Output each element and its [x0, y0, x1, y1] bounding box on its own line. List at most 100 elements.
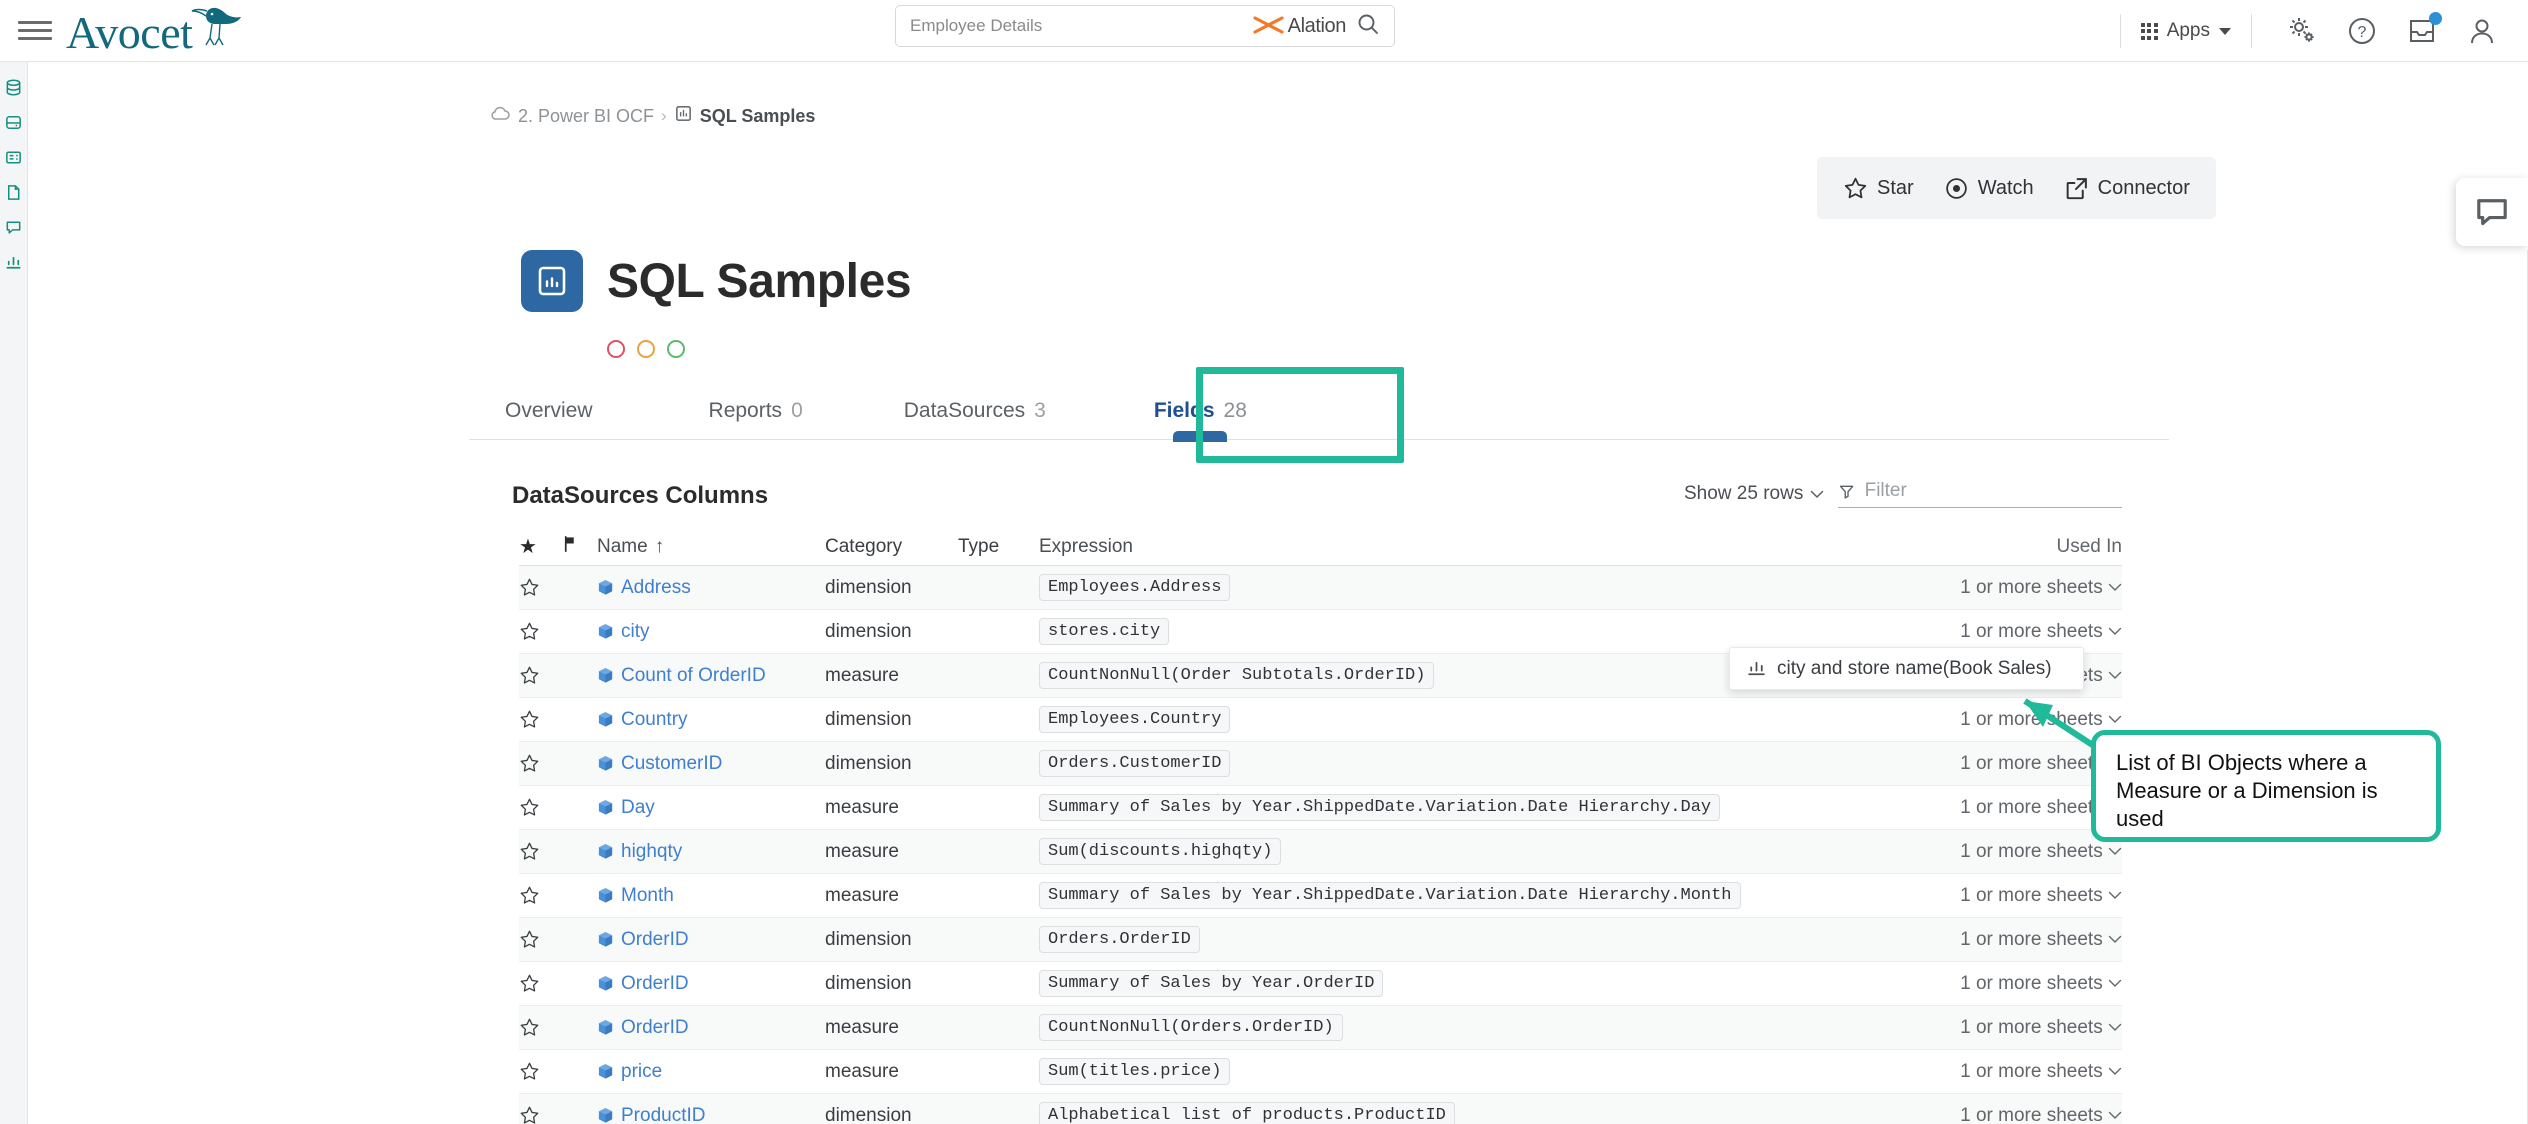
apps-menu-button[interactable]: Apps [2140, 20, 2231, 42]
row-star-button[interactable] [519, 797, 561, 818]
table-row[interactable]: CustomerID dimension Orders.CustomerID 1 or… [519, 742, 2122, 786]
help-icon[interactable]: ? [2346, 15, 2378, 47]
tab-fields[interactable]: Fields 28 [1154, 382, 1247, 442]
column-header-expression[interactable]: Expression [1039, 536, 1906, 558]
row-name-cell[interactable]: OrderID [597, 973, 825, 995]
star-button[interactable]: Star [1843, 176, 1914, 201]
search-input[interactable] [910, 16, 1252, 36]
table-row[interactable]: OrderID dimension Summary of Sales by Year… [519, 962, 2122, 1006]
field-name-link[interactable]: OrderID [621, 929, 689, 951]
row-used-in-cell[interactable]: 1 or more sheets [1906, 841, 2122, 863]
row-name-cell[interactable]: Day [597, 797, 825, 819]
filter-field[interactable] [1838, 480, 2123, 508]
row-star-button[interactable] [519, 929, 561, 950]
row-used-in-cell[interactable]: 1 or more sheets [1906, 621, 2122, 643]
table-row[interactable]: price measure Sum(titles.price) 1 or more s… [519, 1050, 2122, 1094]
breadcrumb-parent[interactable]: 2. Power BI OCF [518, 106, 654, 127]
gear-icon[interactable] [2286, 15, 2318, 47]
inbox-icon[interactable] [2406, 12, 2442, 47]
row-name-cell[interactable]: price [597, 1061, 825, 1083]
deprecation-badge[interactable] [607, 340, 625, 358]
field-name-link[interactable]: Country [621, 709, 688, 731]
global-search[interactable]: Alation [895, 5, 1395, 47]
row-star-button[interactable] [519, 577, 561, 598]
user-icon[interactable] [2466, 15, 2498, 47]
row-used-in-cell[interactable]: 1 or more sheets [1906, 1105, 2122, 1124]
row-name-cell[interactable]: Country [597, 709, 825, 731]
tab-reports[interactable]: Reports 0 [709, 382, 803, 440]
row-star-button[interactable] [519, 709, 561, 730]
form-icon[interactable] [3, 146, 25, 168]
hamburger-icon[interactable] [18, 14, 52, 48]
filter-input[interactable] [1864, 480, 2123, 502]
table-row[interactable]: OrderID measure CountNonNull(Orders.OrderI… [519, 1006, 2122, 1050]
chart-icon[interactable] [3, 251, 25, 273]
field-name-link[interactable]: ProductID [621, 1105, 705, 1124]
row-used-in-cell[interactable]: 1 or more sheets [1906, 577, 2122, 599]
table-row[interactable]: Month measure Summary of Sales by Year.Shi… [519, 874, 2122, 918]
row-star-button[interactable] [519, 841, 561, 862]
tab-datasources[interactable]: DataSources 3 [904, 382, 1046, 440]
row-name-cell[interactable]: city [597, 621, 825, 643]
tab-overview[interactable]: Overview [505, 382, 593, 440]
row-category-cell: dimension [825, 1104, 912, 1124]
row-name-cell[interactable]: highqty [597, 841, 825, 863]
row-star-button[interactable] [519, 665, 561, 686]
endorsement-badge[interactable] [667, 340, 685, 358]
table-row[interactable]: Address dimension Employees.Address 1 or mo… [519, 566, 2122, 610]
table-row[interactable]: OrderID dimension Orders.OrderID 1 or more … [519, 918, 2122, 962]
field-name-link[interactable]: Day [621, 797, 655, 819]
table-row[interactable]: ProductID dimension Alphabetical list of p… [519, 1094, 2122, 1124]
database-icon[interactable] [3, 76, 25, 98]
column-header-flag[interactable] [561, 534, 597, 559]
row-name-cell[interactable]: CustomerID [597, 753, 825, 775]
row-star-button[interactable] [519, 753, 561, 774]
used-in-popup[interactable]: city and store name(Book Sales) [1729, 647, 2084, 690]
row-name-cell[interactable]: ProductID [597, 1105, 825, 1124]
row-name-cell[interactable]: Address [597, 577, 825, 599]
field-cube-icon [598, 888, 613, 903]
row-name-cell[interactable]: OrderID [597, 1017, 825, 1039]
row-star-button[interactable] [519, 1105, 561, 1124]
field-name-link[interactable]: city [621, 621, 650, 643]
search-icon[interactable] [1356, 12, 1380, 41]
chat-icon[interactable] [3, 216, 25, 238]
column-header-type[interactable]: Type [958, 536, 1039, 558]
row-star-button[interactable] [519, 1017, 561, 1038]
server-icon[interactable] [3, 111, 25, 133]
brand-logo[interactable]: Avocet [66, 5, 242, 56]
row-star-button[interactable] [519, 1061, 561, 1082]
document-icon[interactable] [3, 181, 25, 203]
show-rows-dropdown[interactable]: Show 25 rows [1684, 483, 1824, 505]
column-header-category[interactable]: Category [825, 536, 958, 558]
row-name-cell[interactable]: Count of OrderID [597, 665, 825, 687]
connector-button[interactable]: Connector [2064, 176, 2190, 201]
chat-widget-button[interactable] [2456, 178, 2528, 246]
field-name-link[interactable]: OrderID [621, 1017, 689, 1039]
warning-badge[interactable] [637, 340, 655, 358]
table-row[interactable]: Day measure Summary of Sales by Year.Shipp… [519, 786, 2122, 830]
field-name-link[interactable]: Count of OrderID [621, 665, 766, 687]
field-name-link[interactable]: Month [621, 885, 674, 907]
field-name-link[interactable]: Address [621, 577, 691, 599]
row-star-button[interactable] [519, 885, 561, 906]
field-name-link[interactable]: CustomerID [621, 753, 722, 775]
row-name-cell[interactable]: OrderID [597, 929, 825, 951]
column-header-name[interactable]: Name ↑ [597, 536, 825, 558]
row-used-in-cell[interactable]: 1 or more sheets [1906, 1061, 2122, 1083]
field-name-link[interactable]: highqty [621, 841, 682, 863]
row-used-in-cell[interactable]: 1 or more sheets [1906, 973, 2122, 995]
row-used-in-cell[interactable]: 1 or more sheets [1906, 1017, 2122, 1039]
row-used-in-cell[interactable]: 1 or more sheets [1906, 885, 2122, 907]
table-row[interactable]: Country dimension Employees.Country 1 or mo… [519, 698, 2122, 742]
row-name-cell[interactable]: Month [597, 885, 825, 907]
row-star-button[interactable] [519, 973, 561, 994]
row-star-button[interactable] [519, 621, 561, 642]
field-name-link[interactable]: OrderID [621, 973, 689, 995]
watch-button[interactable]: Watch [1944, 176, 2034, 201]
column-header-star[interactable]: ★ [519, 534, 561, 559]
field-name-link[interactable]: price [621, 1061, 662, 1083]
table-row[interactable]: highqty measure Sum(discounts.highqty) 1 or… [519, 830, 2122, 874]
row-used-in-cell[interactable]: 1 or more sheets [1906, 929, 2122, 951]
column-header-used-in[interactable]: Used In [1906, 536, 2122, 558]
